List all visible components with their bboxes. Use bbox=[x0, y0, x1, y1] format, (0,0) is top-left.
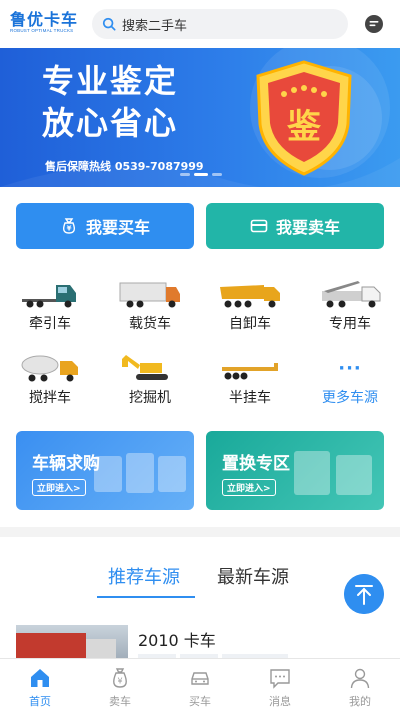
nav-messages[interactable]: 消息 bbox=[240, 659, 320, 711]
search-bar[interactable]: 搜索二手车 bbox=[92, 9, 348, 39]
nav-label: 我的 bbox=[349, 695, 371, 708]
tractor-truck-icon bbox=[22, 285, 76, 308]
money-bag-icon: ¥ bbox=[62, 218, 75, 234]
category-semi-trailer[interactable]: 半挂车 bbox=[210, 353, 290, 413]
category-excavator[interactable]: 挖掘机 bbox=[110, 353, 190, 413]
trade-in-title: 置换专区 bbox=[222, 454, 290, 474]
nav-label: 买车 bbox=[189, 695, 211, 708]
category-tractor[interactable]: 牵引车 bbox=[10, 279, 90, 339]
svg-text:¥: ¥ bbox=[67, 225, 72, 233]
category-more[interactable]: ··· 更多车源 bbox=[310, 353, 390, 413]
category-mixer[interactable]: 搅拌车 bbox=[10, 353, 90, 413]
more-dots-icon: ··· bbox=[338, 357, 362, 379]
enter-now-tag: 立即进入> bbox=[32, 479, 86, 496]
header: 鲁优卡车 ROBUST OPTIMAL TRUCKS 搜索二手车 bbox=[0, 0, 400, 48]
nav-profile[interactable]: 我的 bbox=[320, 659, 400, 711]
listing-title[interactable]: 2010 卡车 bbox=[138, 627, 216, 651]
message-icon[interactable] bbox=[364, 14, 384, 34]
trade-in-card[interactable]: 置换专区 立即进入> bbox=[206, 431, 384, 510]
category-label: 半挂车 bbox=[229, 390, 271, 406]
scroll-to-top-button[interactable] bbox=[344, 574, 384, 614]
money-bag-icon: ¥ bbox=[113, 668, 127, 688]
sell-car-button[interactable]: 我要卖车 bbox=[206, 203, 384, 249]
nav-label: 首页 bbox=[29, 695, 51, 708]
truck-fleet-icon bbox=[94, 453, 186, 493]
promo-banner[interactable]: 专业鉴定 放心省心 售后保障热线 0539-7087999 鉴 bbox=[0, 48, 400, 187]
nav-label: 卖车 bbox=[109, 695, 131, 708]
dump-truck-icon bbox=[220, 285, 280, 308]
carousel-dot-active bbox=[194, 173, 208, 176]
car-icon bbox=[191, 672, 209, 685]
nav-sell[interactable]: ¥ 卖车 bbox=[80, 659, 160, 711]
home-icon bbox=[31, 669, 49, 687]
bottom-nav: 首页 ¥ 卖车 买车 消息 我的 bbox=[0, 658, 400, 711]
carousel-dots bbox=[180, 173, 222, 176]
tab-active-indicator bbox=[97, 596, 195, 598]
category-label: 载货车 bbox=[129, 316, 171, 332]
card-icon bbox=[250, 219, 268, 233]
banner-headline-1: 专业鉴定 bbox=[42, 62, 179, 100]
carousel-dot bbox=[180, 173, 190, 176]
mixer-truck-icon bbox=[21, 355, 78, 382]
category-label: 牵引车 bbox=[29, 316, 71, 332]
tab-latest[interactable]: 最新车源 bbox=[217, 563, 289, 589]
svg-text:¥: ¥ bbox=[117, 677, 122, 686]
logo-text-en: ROBUST OPTIMAL TRUCKS bbox=[10, 28, 74, 33]
semi-trailer-icon bbox=[222, 363, 278, 380]
logo-text-cn: 鲁优卡车 bbox=[10, 10, 79, 29]
search-icon bbox=[102, 17, 116, 31]
category-label: 专用车 bbox=[329, 316, 371, 332]
category-dump[interactable]: 自卸车 bbox=[210, 279, 290, 339]
user-icon bbox=[350, 668, 370, 689]
cargo-truck-icon bbox=[119, 282, 180, 308]
app-logo: 鲁优卡车 ROBUST OPTIMAL TRUCKS bbox=[10, 12, 78, 38]
nav-buy[interactable]: 买车 bbox=[160, 659, 240, 711]
want-to-buy-card[interactable]: 车辆求购 立即进入> bbox=[16, 431, 194, 510]
category-special[interactable]: 专用车 bbox=[310, 279, 390, 339]
search-placeholder: 搜索二手车 bbox=[122, 18, 188, 34]
carousel-dot bbox=[212, 173, 222, 176]
want-to-buy-title: 车辆求购 bbox=[32, 454, 100, 474]
section-divider bbox=[0, 527, 400, 537]
nav-home[interactable]: 首页 bbox=[0, 659, 80, 711]
category-label: 自卸车 bbox=[229, 316, 271, 332]
buy-car-button[interactable]: ¥ 我要买车 bbox=[16, 203, 194, 249]
sell-car-label: 我要卖车 bbox=[275, 218, 340, 237]
nav-label: 消息 bbox=[269, 695, 291, 708]
badge-char: 鉴 bbox=[286, 107, 321, 147]
banner-headline-2: 放心省心 bbox=[42, 104, 179, 142]
shield-badge-icon: 鉴 bbox=[256, 60, 352, 176]
excavator-icon bbox=[122, 355, 168, 380]
truck-fleet-icon bbox=[294, 451, 372, 495]
tab-recommended[interactable]: 推荐车源 bbox=[108, 563, 180, 589]
buy-car-label: 我要买车 bbox=[85, 218, 150, 237]
category-label: 挖掘机 bbox=[129, 390, 171, 406]
category-cargo[interactable]: 载货车 bbox=[110, 279, 190, 339]
category-label: 更多车源 bbox=[322, 390, 378, 406]
enter-now-tag: 立即进入> bbox=[222, 479, 276, 496]
message-icon bbox=[270, 669, 290, 689]
special-truck-icon bbox=[322, 281, 381, 308]
category-label: 搅拌车 bbox=[29, 390, 71, 406]
banner-hotline: 售后保障热线 0539-7087999 bbox=[45, 160, 204, 173]
